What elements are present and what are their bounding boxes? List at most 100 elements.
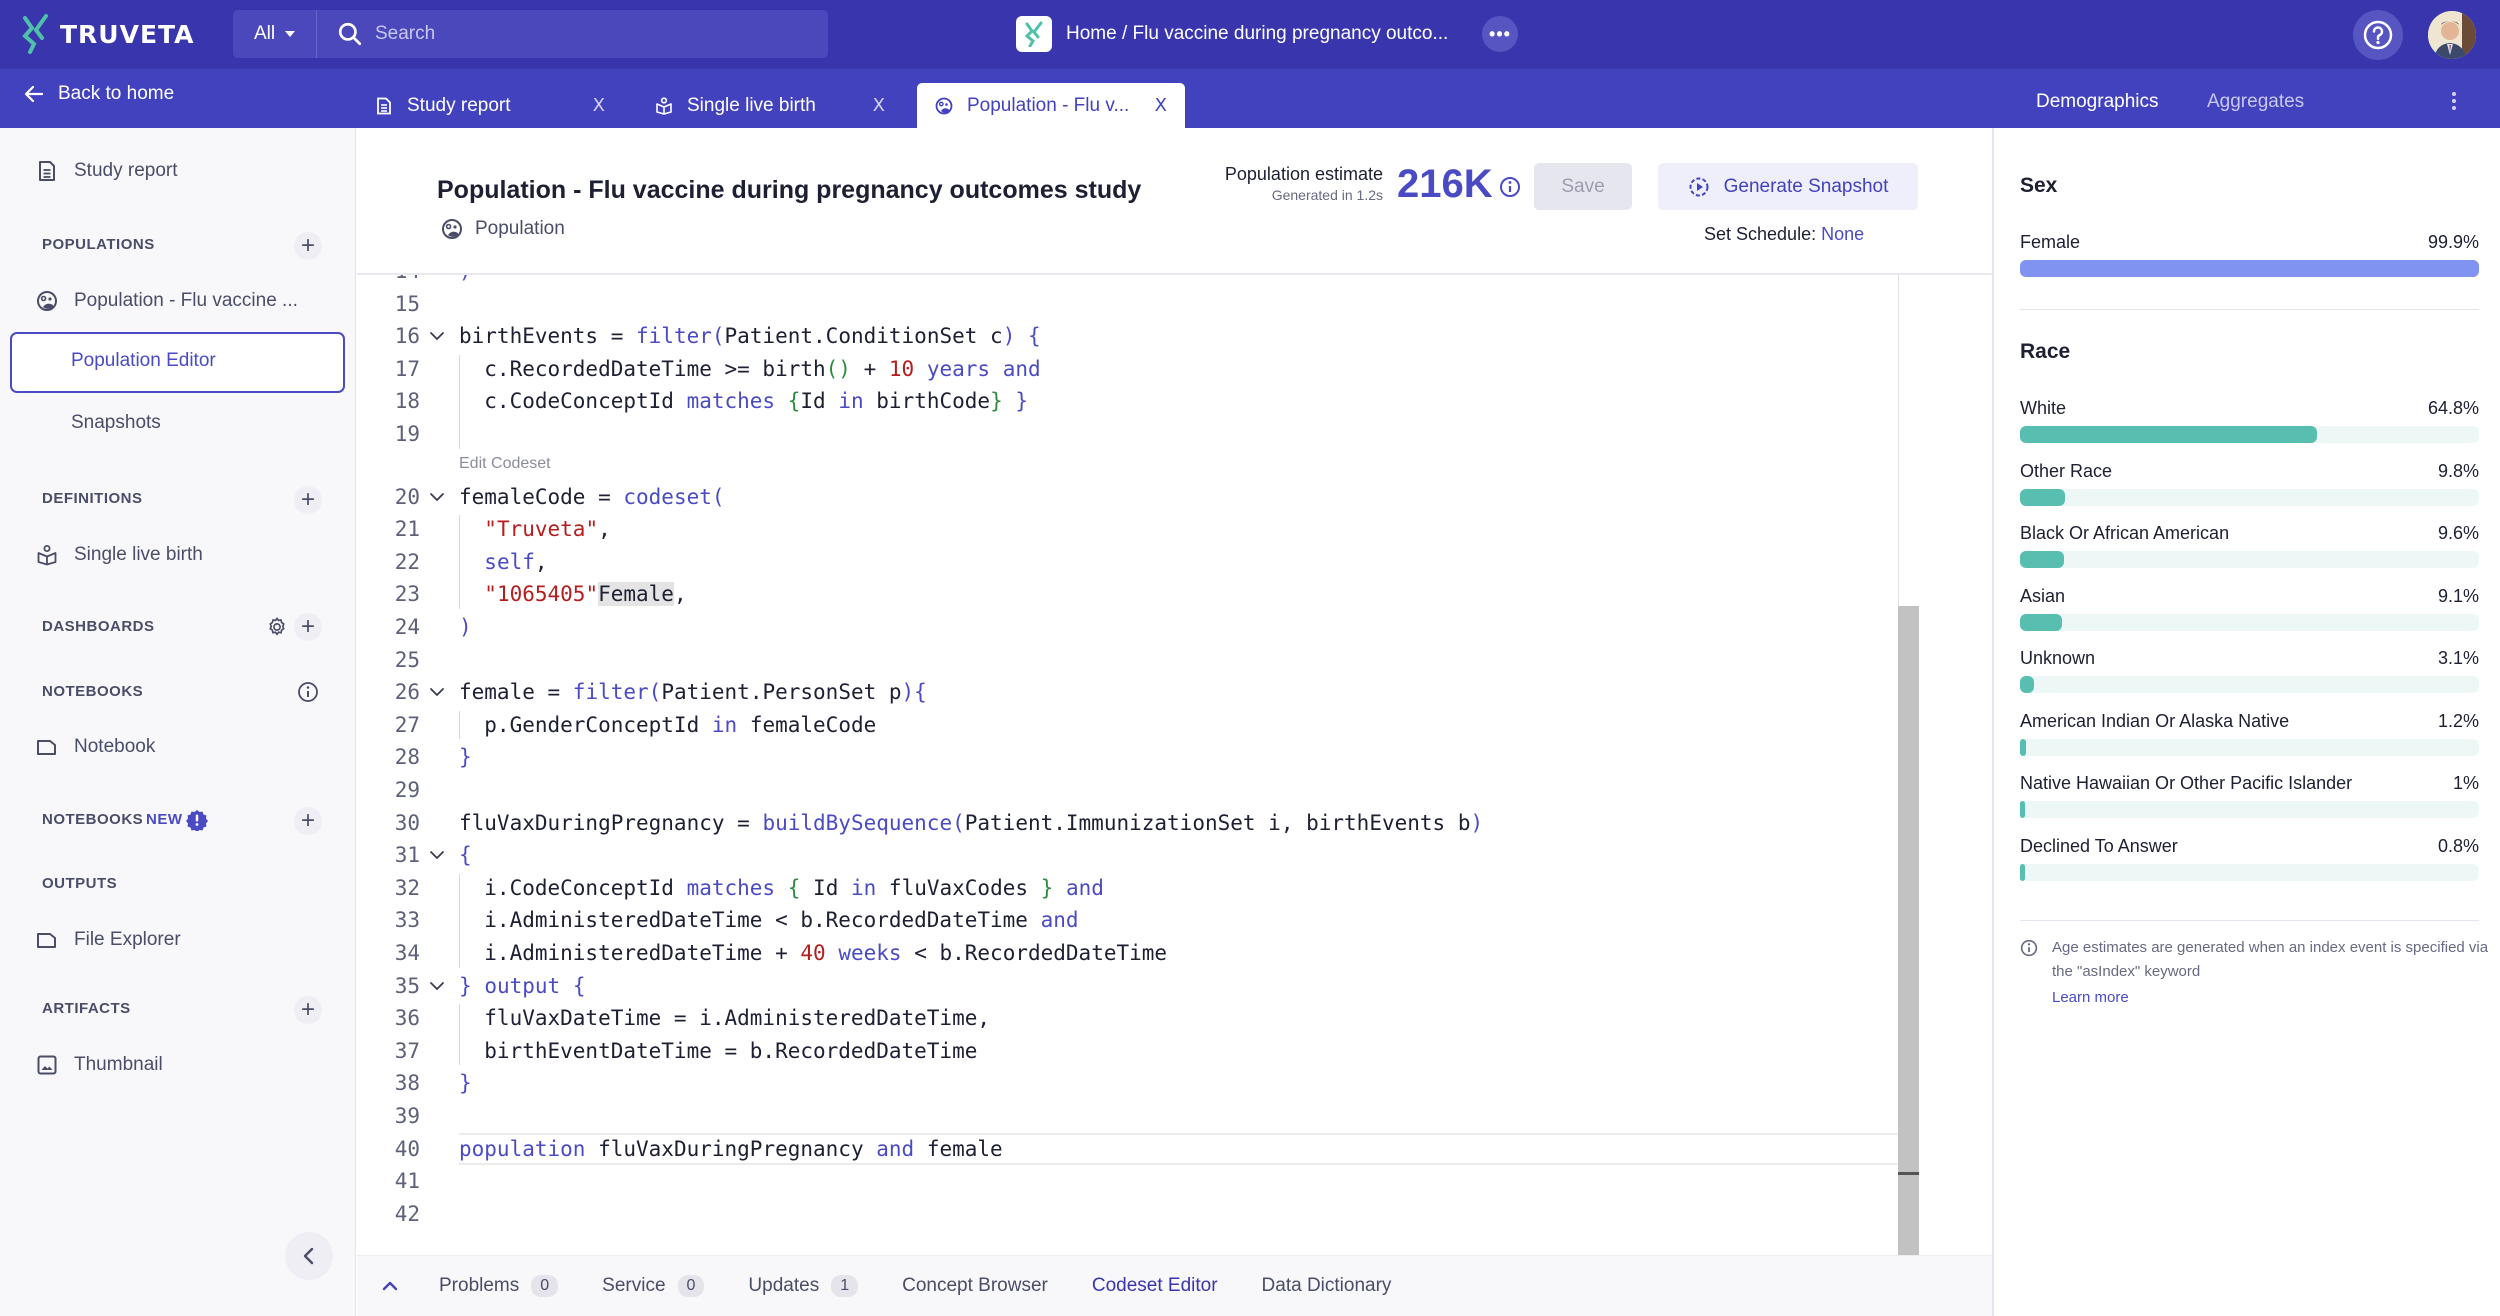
add-population-button[interactable]: +: [294, 232, 322, 260]
code-line[interactable]: 31 {: [357, 839, 1897, 872]
help-button[interactable]: [2353, 10, 2403, 60]
fold-chevron-icon[interactable]: [429, 970, 445, 1002]
bottom-tab-concept-browser[interactable]: Concept Browser: [902, 1275, 1048, 1297]
chevron-up-icon[interactable]: [379, 1275, 401, 1297]
tab-aggregates[interactable]: Aggregates: [2207, 91, 2304, 113]
code-line[interactable]: 36 fluVaxDateTime = i.AdministeredDateTi…: [357, 1002, 1897, 1035]
info-icon[interactable]: [297, 681, 319, 703]
search-input[interactable]: [375, 23, 828, 45]
scrollbar-track: [1898, 275, 1899, 606]
code-text: i.CodeConceptId matches { Id in fluVaxCo…: [459, 875, 1104, 900]
sidebar-item-thumbnail[interactable]: Thumbnail: [36, 1054, 163, 1076]
code-line[interactable]: 37 birthEventDateTime = b.RecordedDateTi…: [357, 1035, 1897, 1068]
code-line[interactable]: 33 i.AdministeredDateTime < b.RecordedDa…: [357, 904, 1897, 937]
search-scope-dropdown[interactable]: All: [233, 10, 317, 58]
code-line[interactable]: 29: [357, 774, 1897, 807]
sidebar-item-study-report[interactable]: Study report: [36, 160, 178, 182]
sidebar-item-snapshots[interactable]: Snapshots: [71, 412, 161, 434]
code-line[interactable]: 21 "Truveta",: [357, 513, 1897, 546]
code-line[interactable]: 22 self,: [357, 546, 1897, 579]
code-line[interactable]: 42: [357, 1198, 1897, 1231]
schedule-value-link[interactable]: None: [1821, 224, 1864, 244]
truveta-logo[interactable]: TRUVETA: [22, 14, 195, 54]
gear-icon[interactable]: [266, 616, 288, 638]
sidebar-item-label: Notebook: [74, 736, 156, 757]
code-line[interactable]: 28}: [357, 741, 1897, 774]
code-line[interactable]: 34 i.AdministeredDateTime + 40 weeks < b…: [357, 937, 1897, 970]
add-definition-button[interactable]: +: [294, 486, 322, 514]
tab-study-report[interactable]: Study report X: [375, 83, 605, 128]
fold-chevron-icon[interactable]: [429, 320, 445, 352]
code-line[interactable]: 14): [357, 275, 1897, 288]
close-icon[interactable]: X: [873, 95, 885, 116]
code-line[interactable]: 17 c.RecordedDateTime >= birth() + 10 ye…: [357, 353, 1897, 386]
code-line[interactable]: 27 p.GenderConceptId in femaleCode: [357, 709, 1897, 742]
code-line[interactable]: 16 birthEvents = filter(Patient.Condition…: [357, 320, 1897, 353]
sidebar-item-population[interactable]: Population - Flu vaccine ...: [36, 290, 298, 312]
bottom-tab-codeset-editor[interactable]: Codeset Editor: [1092, 1275, 1218, 1297]
close-icon[interactable]: X: [593, 95, 605, 116]
code-line[interactable]: 19: [357, 418, 1897, 451]
fold-chevron-icon[interactable]: [429, 676, 445, 708]
back-to-home-link[interactable]: Back to home: [24, 83, 174, 105]
code-line[interactable]: 32 i.CodeConceptId matches { Id in fluVa…: [357, 872, 1897, 905]
code-line[interactable]: 38}: [357, 1067, 1897, 1100]
tab-population-flu-vaccine[interactable]: Population - Flu v... X: [917, 83, 1185, 128]
info-icon[interactable]: [1499, 176, 1521, 198]
bottom-tab-data-dictionary[interactable]: Data Dictionary: [1262, 1275, 1392, 1297]
tab-single-live-birth[interactable]: Single live birth X: [655, 83, 885, 128]
progress-fill: [2020, 488, 2065, 506]
fold-chevron-icon[interactable]: [429, 839, 445, 871]
code-line[interactable]: 35} output {: [357, 970, 1897, 1003]
add-dashboard-button[interactable]: +: [294, 613, 322, 641]
code-line[interactable]: 24): [357, 611, 1897, 644]
code-line[interactable]: 20 femaleCode = codeset(: [357, 481, 1897, 514]
code-line[interactable]: 39: [357, 1100, 1897, 1133]
code-line[interactable]: 40 population fluVaxDuringPregnancy and f…: [357, 1133, 1897, 1166]
breadcrumb-text[interactable]: Home / Flu vaccine during pregnancy outc…: [1066, 23, 1448, 45]
code-line[interactable]: 30 fluVaxDuringPregnancy = buildBySequenc…: [357, 807, 1897, 840]
bottom-tab-problems[interactable]: Problems 0: [439, 1275, 559, 1297]
indent-guide: [459, 1004, 460, 1066]
progress-fill: [2020, 738, 2026, 756]
set-schedule[interactable]: Set Schedule: None: [1704, 224, 1864, 245]
code-line[interactable]: 23 "1065405"Female,: [357, 578, 1897, 611]
section-populations: POPULATIONS: [42, 236, 155, 253]
more-options-button[interactable]: •••: [1482, 16, 1518, 52]
collapse-sidebar-button[interactable]: [285, 1232, 333, 1280]
save-button[interactable]: Save: [1534, 163, 1632, 210]
bottom-tab-service[interactable]: Service 0: [602, 1275, 705, 1297]
add-artifact-button[interactable]: +: [294, 996, 322, 1024]
generate-snapshot-button[interactable]: Generate Snapshot: [1658, 163, 1918, 210]
sidebar-item-file-explorer[interactable]: File Explorer: [36, 929, 181, 951]
plus-icon: +: [300, 613, 315, 640]
kebab-menu-icon[interactable]: [2451, 91, 2457, 111]
close-icon[interactable]: X: [1155, 95, 1167, 116]
code-line[interactable]: 15: [357, 288, 1897, 321]
bottom-tab-label: Codeset Editor: [1091, 1275, 1218, 1296]
plus-icon: +: [300, 232, 315, 259]
add-notebook-button[interactable]: +: [294, 807, 322, 835]
code-line[interactable]: 18 c.CodeConceptId matches {Id in birthC…: [357, 385, 1897, 418]
code-line[interactable]: 26 female = filter(Patient.PersonSet p){: [357, 676, 1897, 709]
population-icon: [37, 291, 57, 311]
code-editor[interactable]: 14) 15 16 birthEvents = filter(Patient.Cond…: [357, 275, 1919, 1255]
tab-demographics[interactable]: Demographics: [2036, 91, 2159, 113]
sidebar-item-label: Study report: [74, 160, 178, 181]
sidebar-item-notebook[interactable]: Notebook: [36, 736, 155, 758]
editor-scrollbar-thumb[interactable]: [1898, 606, 1919, 1255]
tab-label: Single live birth: [687, 94, 816, 116]
category-percent: 3.1%: [2437, 648, 2479, 668]
population-editor-label[interactable]: Population Editor: [71, 350, 216, 372]
user-avatar[interactable]: [2428, 11, 2476, 59]
bottom-tab-updates[interactable]: Updates 1: [748, 1275, 859, 1297]
race-row: Unknown 3.1%: [2020, 648, 2479, 693]
edit-codeset-codelens[interactable]: Edit Codeset: [459, 455, 551, 473]
learn-more-link[interactable]: Learn more: [2052, 986, 2490, 1010]
category-label: Declined To Answer: [2020, 835, 2178, 856]
code-line[interactable]: 25: [357, 644, 1897, 677]
code-line[interactable]: 41: [357, 1165, 1897, 1198]
fold-chevron-icon[interactable]: [429, 481, 445, 513]
sidebar-item-single-live-birth[interactable]: Single live birth: [36, 544, 203, 566]
population-icon: [442, 219, 462, 239]
